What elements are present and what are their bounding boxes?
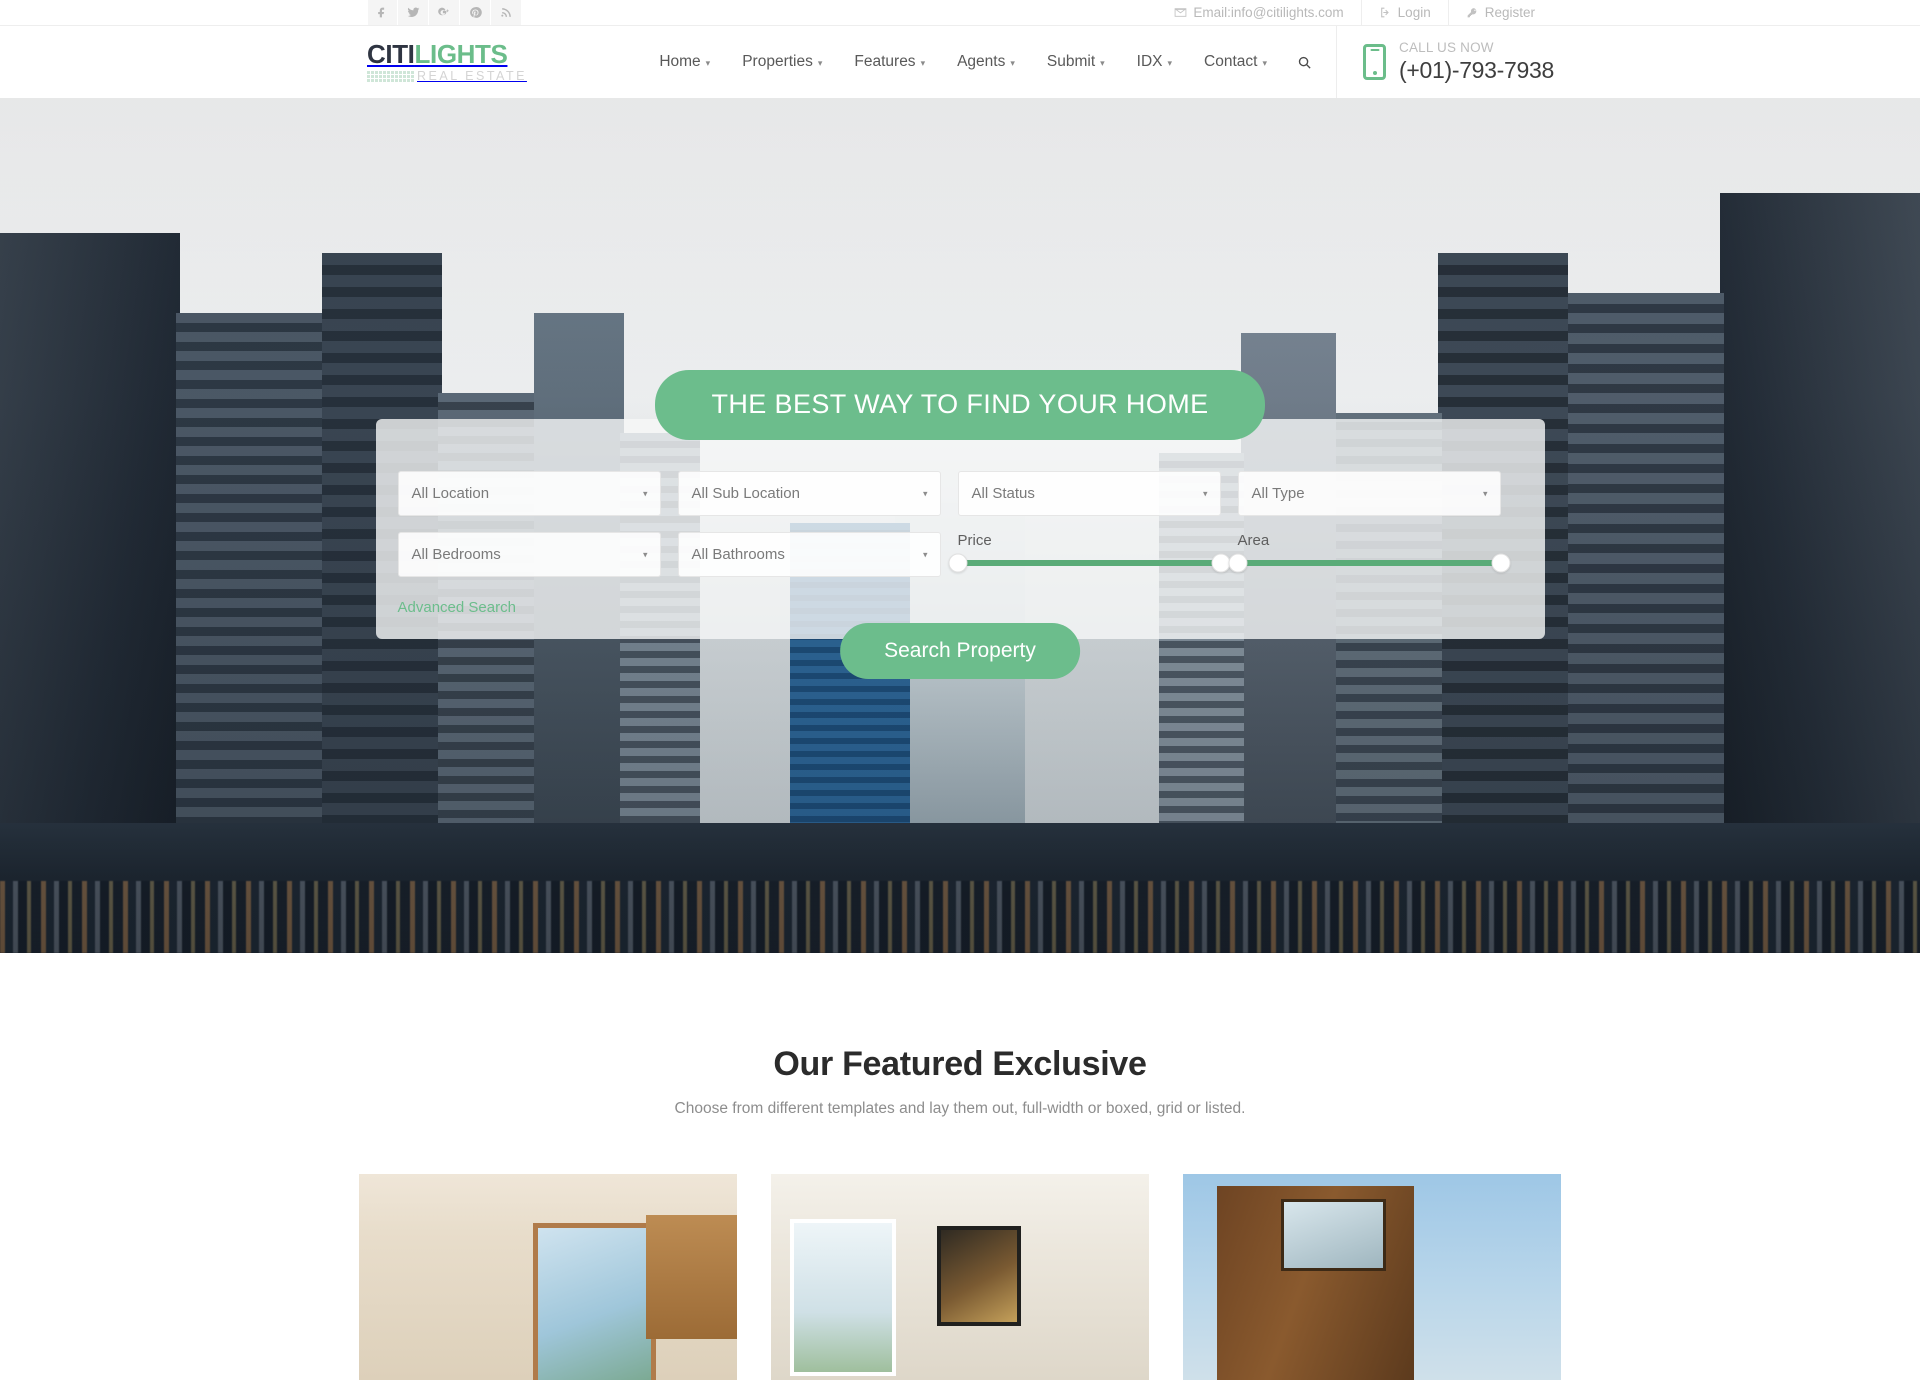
chevron-down-icon: ▾ <box>817 57 823 68</box>
property-thumbnail <box>771 1174 1149 1380</box>
select-all-sub-location-value: All Sub Location <box>691 485 800 502</box>
nav-label-contact: Contact <box>1204 53 1258 70</box>
twitter-icon[interactable] <box>398 0 429 25</box>
topbar-account-links: Email:info@citilights.com Login Register <box>1157 0 1552 25</box>
chevron-down-icon: ▾ <box>1262 57 1267 68</box>
logo-squares-icon <box>367 71 414 82</box>
nav-item-contact[interactable]: Contact ▾ <box>1188 53 1283 71</box>
login-icon <box>1380 7 1389 18</box>
nav-label-idx: IDX <box>1136 53 1163 70</box>
select-all-sub-location[interactable]: All Sub Location ▾ <box>677 471 941 516</box>
area-slider-label: Area <box>1237 532 1270 549</box>
price-slider-label: Price <box>957 532 992 549</box>
price-slider-track[interactable] <box>948 553 1230 573</box>
logo-subtitle: REAL ESTATE <box>367 70 527 83</box>
select-all-bathrooms-value: All Bathrooms <box>691 546 785 563</box>
chevron-down-icon: ▾ <box>705 57 711 68</box>
property-thumbnail <box>359 1174 737 1380</box>
select-all-location-value: All Location <box>411 485 490 502</box>
chevron-down-icon: ▾ <box>922 488 928 498</box>
featured-title: Our Featured Exclusive <box>773 1045 1147 1083</box>
featured-section: Our Featured Exclusive Choose from diffe… <box>0 953 1920 1380</box>
rss-icon[interactable] <box>491 0 522 25</box>
nav-item-home[interactable]: Home ▾ <box>643 53 726 71</box>
logo-part-citi: CITI <box>367 39 415 70</box>
nav-label-agents: Agents <box>957 53 1006 70</box>
select-all-location[interactable]: All Location ▾ <box>397 471 661 516</box>
nav-label-properties: Properties <box>742 53 813 70</box>
chevron-down-icon: ▾ <box>1010 57 1015 68</box>
main-navigation: Home ▾ Properties ▾ Features ▾ Agents ▾ … <box>527 26 1336 98</box>
search-toggle-button[interactable] <box>1283 55 1328 70</box>
chevron-down-icon: ▾ <box>1100 57 1105 68</box>
logo-part-lights: LIGHTS <box>414 39 508 70</box>
featured-subtitle: Choose from different templates and lay … <box>674 1100 1246 1117</box>
chevron-down-icon: ▾ <box>642 488 648 498</box>
property-thumbnail <box>1183 1174 1561 1380</box>
select-all-type[interactable]: All Type ▾ <box>1237 471 1501 516</box>
area-slider-track[interactable] <box>1228 553 1510 573</box>
register-text: Register <box>1484 5 1535 20</box>
area-slider-handle-max[interactable] <box>1491 553 1510 573</box>
login-link[interactable]: Login <box>1360 0 1448 25</box>
select-all-type-value: All Type <box>1251 485 1305 502</box>
property-search-panel: All Location ▾ All Sub Location ▾ All St… <box>375 419 1545 679</box>
price-slider-group: Price <box>948 532 1230 577</box>
select-all-bedrooms[interactable]: All Bedrooms ▾ <box>397 532 661 577</box>
social-links <box>367 0 522 25</box>
price-slider-handle-min[interactable] <box>948 553 967 573</box>
select-all-status-value: All Status <box>971 485 1035 502</box>
login-text: Login <box>1397 5 1431 20</box>
chevron-down-icon: ▾ <box>1482 488 1488 498</box>
logo-wordmark: CITILIGHTS <box>367 41 527 67</box>
select-all-status[interactable]: All Status ▾ <box>957 471 1221 516</box>
select-all-bedrooms-value: All Bedrooms <box>411 546 501 563</box>
search-property-button[interactable]: Search Property <box>840 623 1080 679</box>
email-text: Email:info@citilights.com <box>1193 5 1344 20</box>
area-slider-group: Area <box>1228 532 1510 577</box>
top-bar: Email:info@citilights.com Login Register <box>0 0 1920 26</box>
nav-label-submit: Submit <box>1046 53 1096 70</box>
mobile-phone-icon <box>1363 44 1386 80</box>
call-us-box: CALL US NOW (+01)-793-7938 <box>1336 26 1594 98</box>
nav-item-features[interactable]: Features ▾ <box>838 53 941 71</box>
chevron-down-icon: ▾ <box>920 57 926 68</box>
chevron-down-icon: ▾ <box>922 549 928 559</box>
nav-item-agents[interactable]: Agents ▾ <box>941 53 1031 71</box>
call-us-label: CALL US NOW <box>1399 40 1494 56</box>
search-row-2: All Bedrooms ▾ All Bathrooms ▾ Price Are… <box>397 532 1523 577</box>
call-us-number: (+01)-793-7938 <box>1399 57 1554 84</box>
hero-section: THE BEST WAY TO FIND YOUR HOME All Locat… <box>0 98 1920 953</box>
property-card[interactable] <box>359 1174 737 1380</box>
advanced-search-link[interactable]: Advanced Search <box>398 599 516 616</box>
featured-card-grid <box>0 1174 1920 1380</box>
nav-item-submit[interactable]: Submit ▾ <box>1031 53 1121 71</box>
email-link[interactable]: Email:info@citilights.com <box>1157 0 1360 25</box>
chevron-down-icon: ▾ <box>1202 488 1208 498</box>
chevron-down-icon: ▾ <box>1167 57 1173 68</box>
facebook-icon[interactable] <box>367 0 398 25</box>
nav-item-properties[interactable]: Properties ▾ <box>726 53 838 71</box>
property-card[interactable] <box>1183 1174 1561 1380</box>
site-header: CITILIGHTS REAL ESTATE Home ▾ Properties… <box>0 26 1920 98</box>
pinterest-icon[interactable] <box>460 0 491 25</box>
google-plus-icon[interactable] <box>429 0 460 25</box>
select-all-bathrooms[interactable]: All Bathrooms ▾ <box>677 532 941 577</box>
search-icon <box>1298 56 1311 69</box>
hero-headline: THE BEST WAY TO FIND YOUR HOME <box>655 370 1265 440</box>
nav-label-home: Home <box>659 53 701 70</box>
area-slider-handle-min[interactable] <box>1228 553 1247 573</box>
nav-label-features: Features <box>854 53 916 70</box>
search-row-1: All Location ▾ All Sub Location ▾ All St… <box>397 471 1523 516</box>
register-link[interactable]: Register <box>1447 0 1552 25</box>
site-logo[interactable]: CITILIGHTS REAL ESTATE <box>367 26 527 98</box>
envelope-icon <box>1175 8 1187 17</box>
chevron-down-icon: ▾ <box>642 549 648 559</box>
property-card[interactable] <box>771 1174 1149 1380</box>
key-icon <box>1467 8 1477 18</box>
nav-item-idx[interactable]: IDX ▾ <box>1121 53 1188 71</box>
logo-tagline: REAL ESTATE <box>417 69 527 84</box>
